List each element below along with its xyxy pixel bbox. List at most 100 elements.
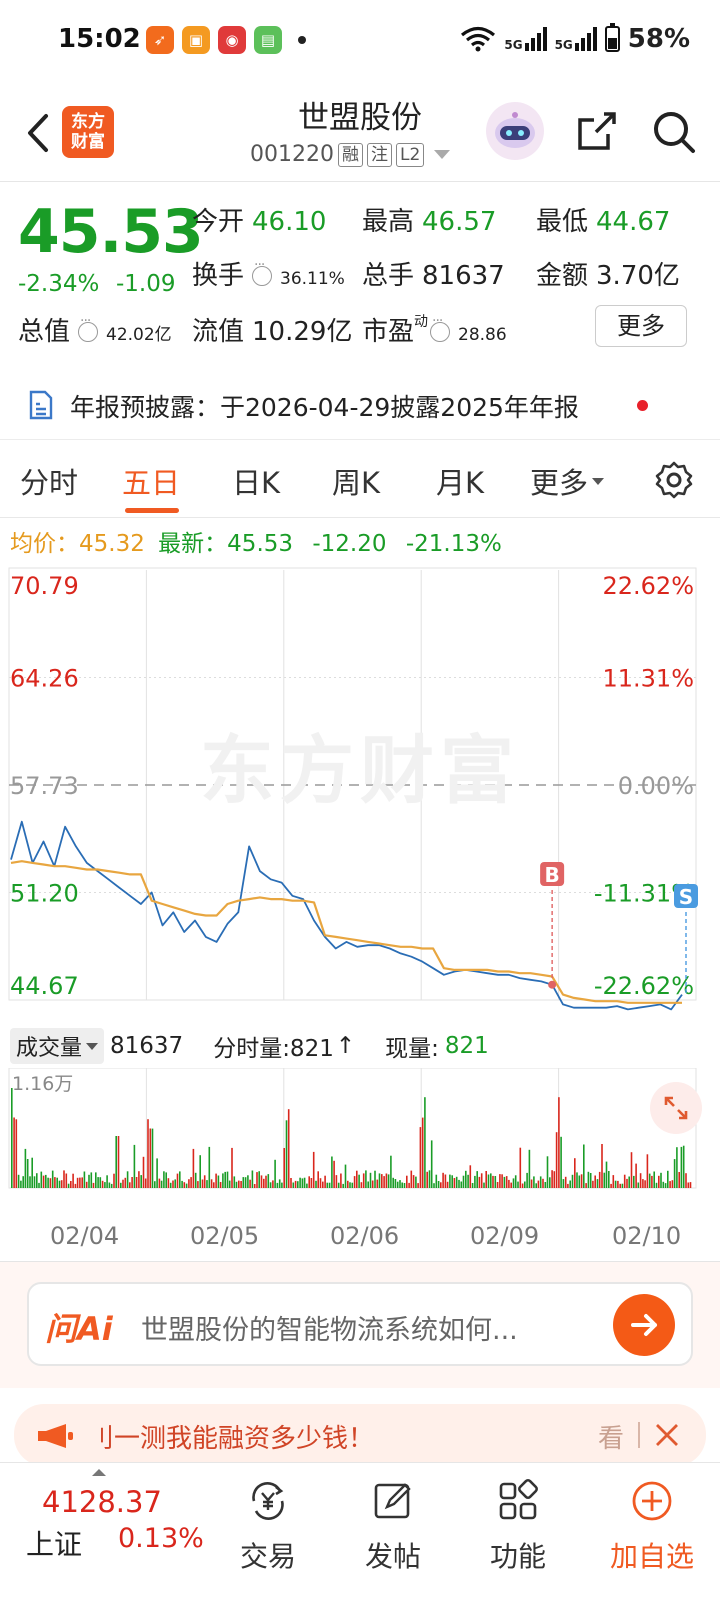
change-percent: -2.34%	[18, 271, 100, 297]
volume-bar	[194, 1172, 197, 1188]
volume-bar	[496, 1182, 499, 1188]
volume-bar	[387, 1174, 390, 1188]
more-quote-button[interactable]: 更多	[595, 305, 687, 347]
volume-bar	[142, 1156, 145, 1188]
market-cap-value: 42.02亿	[106, 325, 172, 345]
promo-text: 刂一测我能融资多少钱！	[88, 1424, 375, 1454]
volume-bar	[399, 1180, 401, 1188]
volume-bar	[235, 1181, 238, 1188]
volume-bar	[639, 1173, 642, 1188]
volume-bar	[617, 1180, 619, 1188]
volume-bar	[13, 1117, 15, 1188]
ai-question-zone: 问Ai 世盟股份的智能物流系统如何...	[0, 1262, 720, 1388]
ai-question-input[interactable]: 问Ai 世盟股份的智能物流系统如何...	[27, 1282, 693, 1366]
date-label: 02/06	[330, 1222, 400, 1250]
volume-bar	[92, 1182, 95, 1188]
ai-assistant-avatar[interactable]	[486, 102, 544, 160]
volume-bar	[510, 1182, 512, 1188]
tab-daily-k[interactable]: 日K	[232, 460, 280, 502]
volume-bar	[465, 1170, 467, 1188]
search-icon[interactable]	[650, 108, 698, 156]
volume-bar	[662, 1181, 665, 1188]
volume-bar	[328, 1182, 331, 1188]
battery-percent: 58%	[627, 24, 690, 54]
volume-bar	[644, 1180, 646, 1188]
volume-bar	[310, 1178, 313, 1188]
plus-circle-icon	[632, 1481, 672, 1521]
more-notifications-icon	[298, 36, 306, 44]
index-change: 0.13%	[118, 1523, 204, 1554]
volume-bar	[564, 1176, 567, 1188]
tab-monthly-k[interactable]: 月K	[436, 460, 484, 502]
volume-bar	[530, 1179, 533, 1188]
high-value: 46.57	[422, 207, 497, 237]
y-axis-percent-label: 11.31%	[602, 665, 694, 693]
volume-bar	[183, 1182, 186, 1188]
tab-weekly-k[interactable]: 周K	[332, 460, 380, 502]
stock-code-row[interactable]: 001220 融 注 L2	[250, 142, 451, 167]
share-icon[interactable]	[574, 108, 620, 154]
volume-bar	[88, 1174, 90, 1188]
volume-bar	[256, 1172, 258, 1188]
grid-icon	[499, 1479, 538, 1520]
registration-tag: 注	[366, 142, 392, 167]
chevron-down-icon	[86, 1042, 99, 1050]
volume-bar	[678, 1172, 680, 1188]
volume-bar	[29, 1176, 31, 1188]
nav-add-watchlist[interactable]: 加自选	[592, 1473, 712, 1583]
volume-bar	[301, 1178, 304, 1188]
volume-bar	[592, 1180, 594, 1188]
chevron-down-icon	[434, 150, 451, 159]
volume-bar	[621, 1183, 624, 1188]
watermark: 东方财富	[200, 728, 520, 814]
volume-bar	[129, 1182, 131, 1188]
volume-bar	[453, 1178, 456, 1188]
edit-icon	[374, 1483, 411, 1519]
volume-bar	[26, 1159, 29, 1188]
volume-bar	[442, 1172, 444, 1188]
price-chart[interactable]: 东方财富 70.79 22.62% 64.26 11.31% 57.73 0.00% 51.2…	[0, 566, 720, 1026]
volume-chart[interactable]: 1.16万	[0, 1067, 720, 1218]
volume-bar	[104, 1182, 106, 1188]
volume-bar	[299, 1177, 301, 1188]
promo-view-link[interactable]: 看	[598, 1418, 624, 1455]
volume-bar	[406, 1175, 408, 1188]
volume-bar	[242, 1177, 245, 1188]
expand-chart-button[interactable]	[650, 1082, 702, 1134]
volume-bar	[249, 1179, 251, 1188]
low-value: 44.67	[596, 207, 671, 237]
tab-intraday[interactable]: 分时	[20, 460, 78, 502]
pe-cell[interactable]: 市盈 动 28.86	[362, 311, 507, 348]
turnover-cell[interactable]: 换手 36.11%	[192, 255, 345, 292]
nav-post[interactable]: 发帖	[343, 1473, 443, 1583]
volume-bar	[312, 1151, 315, 1188]
volume-bar	[79, 1177, 81, 1188]
more-dots-icon	[430, 313, 451, 342]
promo-banner[interactable]: 刂一测我能融资多少钱！ 看	[14, 1404, 706, 1466]
close-icon[interactable]	[652, 1420, 682, 1450]
volume-bar	[646, 1154, 649, 1188]
volume-bar	[574, 1158, 576, 1188]
volume-bar	[619, 1183, 621, 1188]
tab-more[interactable]: 更多	[530, 460, 605, 502]
market-cap-cell[interactable]: 总值 42.02亿	[18, 311, 172, 348]
volume-bar	[315, 1180, 317, 1188]
ai-submit-button[interactable]	[613, 1294, 675, 1356]
nav-functions[interactable]: 功能	[468, 1473, 568, 1583]
open-cell: 今开 46.10	[192, 207, 327, 237]
status-bar: 15:02 ➶ ▣ ◉ ▤ 5G 5G 58%	[0, 0, 720, 82]
volume-bar	[558, 1097, 560, 1188]
nav-trade[interactable]: 交易	[218, 1473, 318, 1583]
tab-five-day[interactable]: 五日	[122, 460, 180, 502]
more-dots-icon	[252, 257, 273, 286]
gear-icon[interactable]	[654, 460, 694, 500]
volume-bar	[219, 1182, 222, 1188]
indicator-select[interactable]: 成交量	[10, 1028, 105, 1064]
volume-bar	[83, 1171, 86, 1188]
volume-bar	[526, 1172, 528, 1188]
announcement-bar[interactable]: 年报预披露：于2026-04-29披露2025年年报	[0, 370, 720, 440]
volume-bar	[476, 1171, 478, 1188]
more-dots-icon	[78, 313, 99, 342]
volume-bar	[664, 1183, 667, 1188]
volume-bar	[138, 1171, 140, 1188]
